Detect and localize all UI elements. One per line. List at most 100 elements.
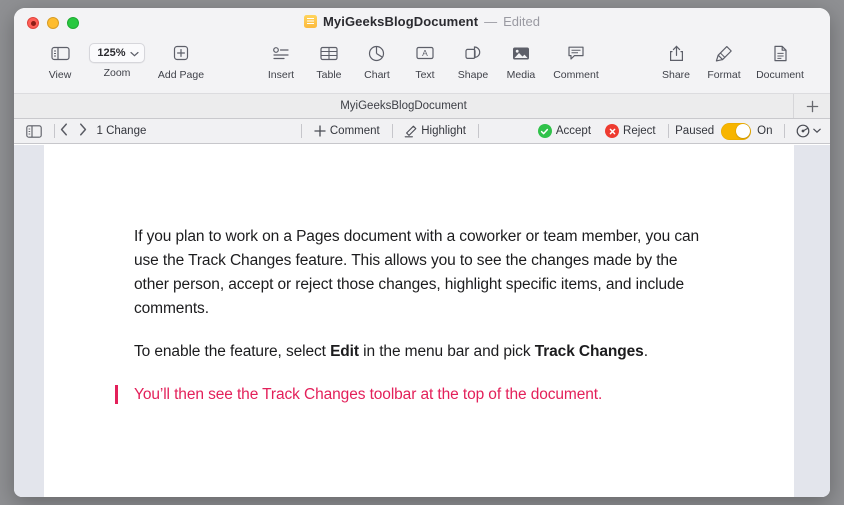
chevron-right-icon xyxy=(79,123,86,136)
toolbar-view-label: View xyxy=(48,69,72,81)
pages-window: MyiGeeksBlogDocument — Edited View 125% xyxy=(14,8,830,497)
tracked-change-paragraph: You’ll then see the Track Changes toolba… xyxy=(115,383,702,407)
paragraph-2-part-1: To enable the feature, select xyxy=(134,343,331,361)
tracked-change-text: You’ll then see the Track Changes toolba… xyxy=(134,386,603,404)
paragraph-2: To enable the feature, select Edit in th… xyxy=(134,340,702,364)
tab-mydocument[interactable]: MyiGeeksBlogDocument xyxy=(14,94,794,118)
text-icon: A xyxy=(416,41,434,65)
toolbar-media-label: Media xyxy=(506,69,536,81)
divider-4 xyxy=(477,124,479,138)
toolbar-insert-label: Insert xyxy=(267,69,295,81)
accept-label: Accept xyxy=(555,125,592,137)
highlighter-icon xyxy=(404,125,417,137)
format-icon xyxy=(715,41,733,65)
toolbar-table-button[interactable]: Table xyxy=(305,41,353,81)
check-circle-icon xyxy=(537,124,552,138)
window-title: MyiGeeksBlogDocument — Edited xyxy=(14,14,830,29)
toolbar-format-button[interactable]: Format xyxy=(700,41,748,81)
plus-icon xyxy=(314,125,326,137)
edited-status: Edited xyxy=(503,14,541,29)
toolbar-add-page-button[interactable]: Add Page xyxy=(150,41,212,81)
document-page[interactable]: If you plan to work on a Pages document … xyxy=(44,145,794,497)
document-canvas[interactable]: If you plan to work on a Pages document … xyxy=(14,145,830,497)
media-icon xyxy=(512,41,530,65)
shape-icon xyxy=(464,41,481,65)
toolbar-chart-button[interactable]: Chart xyxy=(353,41,401,81)
toolbar-text-button[interactable]: A Text xyxy=(401,41,449,81)
paragraph-2-part-3: . xyxy=(643,343,648,361)
highlight-label: Highlight xyxy=(421,125,466,137)
track-changes-toolbar: 1 Change Comment Highlight Accept Reject… xyxy=(14,119,830,144)
sidebar-icon xyxy=(50,41,70,65)
toolbar-format-label: Format xyxy=(707,69,741,81)
change-count-label: 1 Change xyxy=(96,125,147,137)
toggle-knob xyxy=(735,124,750,138)
divider-5 xyxy=(667,124,669,138)
table-icon xyxy=(320,41,338,65)
toolbar-media-button[interactable]: Media xyxy=(497,41,545,81)
document-title: MyiGeeksBlogDocument xyxy=(322,14,479,29)
toolbar-table-label: Table xyxy=(316,69,342,81)
paragraph-2-bold-edit: Edit xyxy=(330,343,359,361)
toolbar-chart-label: Chart xyxy=(364,69,390,81)
divider-3 xyxy=(391,124,393,138)
tab-bar: MyiGeeksBlogDocument xyxy=(14,93,830,119)
track-sidebar-toggle[interactable] xyxy=(26,122,49,141)
chevron-down-icon xyxy=(813,128,821,134)
chart-icon xyxy=(368,41,385,65)
insert-icon xyxy=(272,41,290,65)
paragraph-1: If you plan to work on a Pages document … xyxy=(134,228,700,318)
plus-icon xyxy=(806,100,818,112)
toolbar-text-label: Text xyxy=(415,69,435,81)
title-bar: MyiGeeksBlogDocument — Edited xyxy=(14,8,830,38)
tracking-state-label: Paused xyxy=(675,125,715,137)
toolbar-share-button[interactable]: Share xyxy=(652,41,700,81)
add-comment-label: Comment xyxy=(329,125,380,137)
tracking-options-icon xyxy=(796,124,810,138)
trackbar-right-group: Accept Reject Paused On xyxy=(531,122,821,141)
main-toolbar: View 125% Zoom Add Page Insert Table Cha… xyxy=(14,38,830,93)
comment-icon xyxy=(567,41,585,65)
share-icon xyxy=(669,41,684,65)
toolbar-shape-button[interactable]: Shape xyxy=(449,41,497,81)
paragraph-2-part-2: in the menu bar and pick xyxy=(358,343,535,361)
toolbar-zoom-label: Zoom xyxy=(103,67,131,79)
change-navigation xyxy=(60,123,87,139)
add-page-icon xyxy=(173,41,189,65)
toolbar-document-button[interactable]: Document xyxy=(748,41,812,81)
toolbar-shape-label: Shape xyxy=(457,69,489,81)
toolbar-zoom-control[interactable]: 125% Zoom xyxy=(84,41,150,79)
pages-document-icon xyxy=(303,15,317,28)
reject-change-button[interactable]: Reject xyxy=(598,122,663,141)
reject-label: Reject xyxy=(623,125,656,137)
paragraph-2-bold-track-changes: Track Changes xyxy=(534,343,644,361)
chevron-left-icon xyxy=(60,123,67,136)
highlight-button[interactable]: Highlight xyxy=(397,122,473,141)
divider-6 xyxy=(783,124,784,138)
previous-change-button[interactable] xyxy=(60,123,68,139)
tracking-on-label: On xyxy=(757,125,773,137)
next-change-button[interactable] xyxy=(79,123,87,139)
toolbar-add-page-label: Add Page xyxy=(157,69,205,81)
tracking-toggle[interactable] xyxy=(721,122,752,140)
accept-change-button[interactable]: Accept xyxy=(531,122,598,141)
zoom-select[interactable]: 125% xyxy=(89,43,145,63)
toolbar-document-label: Document xyxy=(756,69,804,81)
title-separator: — xyxy=(484,14,498,29)
tracking-options-button[interactable] xyxy=(789,122,821,141)
x-circle-icon xyxy=(605,124,620,138)
tab-label: MyiGeeksBlogDocument xyxy=(340,100,467,112)
change-bar-indicator xyxy=(115,385,118,405)
zoom-value: 125% xyxy=(97,47,126,59)
add-comment-button[interactable]: Comment xyxy=(307,122,387,141)
add-tab-button[interactable] xyxy=(794,94,830,118)
toolbar-comment-label: Comment xyxy=(553,69,599,81)
toolbar-comment-button[interactable]: Comment xyxy=(545,41,607,81)
chevron-down-icon xyxy=(129,44,139,62)
toolbar-insert-button[interactable]: Insert xyxy=(257,41,305,81)
toolbar-view-button[interactable]: View xyxy=(36,41,84,81)
toolbar-share-label: Share xyxy=(661,69,691,81)
divider-2 xyxy=(301,124,302,138)
divider-1 xyxy=(54,124,55,138)
svg-text:A: A xyxy=(422,48,428,58)
